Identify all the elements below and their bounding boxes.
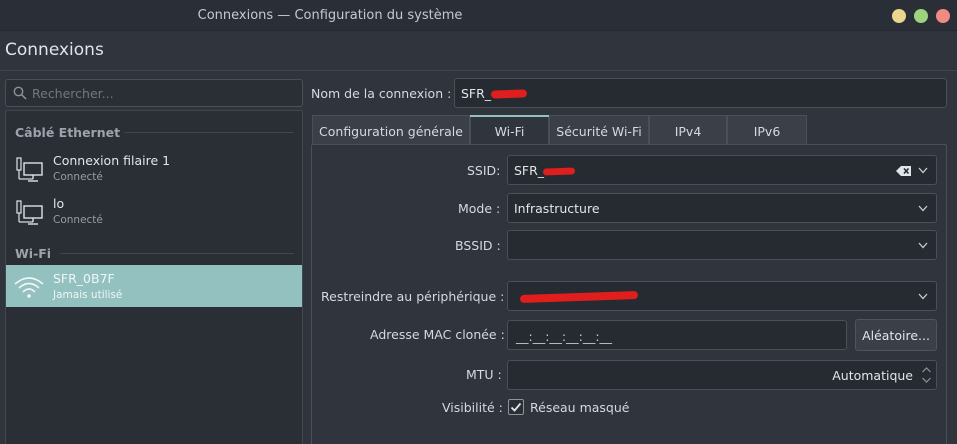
hidden-network-checkbox[interactable] bbox=[508, 399, 524, 415]
redaction-mark bbox=[542, 167, 576, 176]
search-input[interactable] bbox=[32, 84, 297, 102]
mtu-label: MTU : bbox=[466, 367, 502, 382]
group-header-wifi: Wi-Fi bbox=[15, 246, 52, 261]
connection-item-wifi-sfr[interactable]: SFR_0B7F Jamais utilisé bbox=[6, 265, 302, 307]
window-title: Connexions — Configuration du système bbox=[197, 8, 463, 23]
mtu-spinbox[interactable]: Automatique bbox=[507, 360, 937, 390]
connection-status: Jamais utilisé bbox=[53, 289, 123, 301]
connection-item-wired-1[interactable]: Connexion filaire 1 Connecté bbox=[6, 147, 302, 189]
redaction-mark bbox=[490, 89, 528, 99]
ssid-value: SFR_ bbox=[514, 163, 545, 178]
visibility-label: Visibilité : bbox=[442, 400, 503, 415]
header-divider bbox=[0, 70, 957, 71]
page-title: Connexions bbox=[5, 40, 104, 60]
chevron-down-icon[interactable] bbox=[918, 167, 928, 174]
mtu-value: Automatique bbox=[832, 368, 913, 383]
ssid-label: SSID: bbox=[467, 163, 501, 178]
group-divider bbox=[124, 132, 294, 133]
connection-name-label: Nom de la connexion : bbox=[311, 86, 452, 101]
mac-input[interactable]: __:__:__:__:__:__ bbox=[507, 320, 847, 350]
connection-name-field[interactable]: SFR_ bbox=[454, 78, 947, 108]
connection-name-value: SFR_ bbox=[461, 86, 492, 101]
chevron-down-icon bbox=[918, 293, 928, 300]
clear-text-icon[interactable] bbox=[896, 165, 912, 177]
mode-value: Infrastructure bbox=[514, 201, 600, 216]
connection-name: SFR_0B7F bbox=[53, 271, 115, 286]
chevron-down-icon bbox=[918, 242, 928, 249]
device-label: Restreindre au périphérique : bbox=[321, 289, 505, 304]
tab-ipv4[interactable]: IPv4 bbox=[649, 115, 727, 145]
wifi-icon bbox=[14, 277, 44, 298]
mode-label: Mode : bbox=[458, 201, 501, 216]
tab-general[interactable]: Configuration générale bbox=[312, 115, 470, 145]
connection-item-lo[interactable]: lo Connecté bbox=[6, 190, 302, 232]
spin-arrows-icon[interactable] bbox=[921, 365, 932, 385]
device-select[interactable] bbox=[507, 281, 937, 311]
tab-wifi-security[interactable]: Sécurité Wi-Fi bbox=[549, 115, 649, 145]
mac-label: Adresse MAC clonée : bbox=[370, 327, 505, 342]
connection-name: lo bbox=[53, 196, 65, 211]
bssid-label: BSSID : bbox=[455, 238, 501, 253]
wired-network-icon bbox=[16, 157, 43, 182]
chevron-down-icon bbox=[918, 205, 928, 212]
group-divider bbox=[60, 253, 294, 254]
connection-status: Connecté bbox=[53, 171, 103, 183]
tab-ipv6[interactable]: IPv6 bbox=[727, 115, 807, 145]
ssid-combobox[interactable]: SFR_ bbox=[507, 155, 937, 185]
search-box[interactable] bbox=[5, 79, 303, 107]
title-bar: Connexions — Configuration du système bbox=[0, 0, 957, 31]
checkmark-icon bbox=[510, 402, 522, 412]
group-header-wired: Câblé Ethernet bbox=[15, 125, 121, 140]
minimize-button[interactable] bbox=[892, 9, 906, 23]
random-mac-button[interactable]: Aléatoire... bbox=[855, 319, 937, 351]
hidden-network-label[interactable]: Réseau masqué bbox=[530, 400, 629, 415]
connection-status: Connecté bbox=[53, 214, 103, 226]
wired-network-icon bbox=[16, 200, 43, 225]
search-icon bbox=[13, 86, 27, 100]
close-button[interactable] bbox=[936, 9, 950, 23]
mac-value: __:__:__:__:__:__ bbox=[516, 329, 613, 344]
bssid-combobox[interactable] bbox=[507, 230, 937, 260]
maximize-button[interactable] bbox=[914, 9, 928, 23]
tab-wifi[interactable]: Wi-Fi bbox=[470, 115, 549, 145]
connection-list: Câblé Ethernet Connexion filaire 1 Conne… bbox=[5, 110, 303, 444]
connection-name: Connexion filaire 1 bbox=[53, 153, 171, 168]
redaction-mark bbox=[519, 290, 639, 304]
mode-select[interactable]: Infrastructure bbox=[507, 193, 937, 223]
